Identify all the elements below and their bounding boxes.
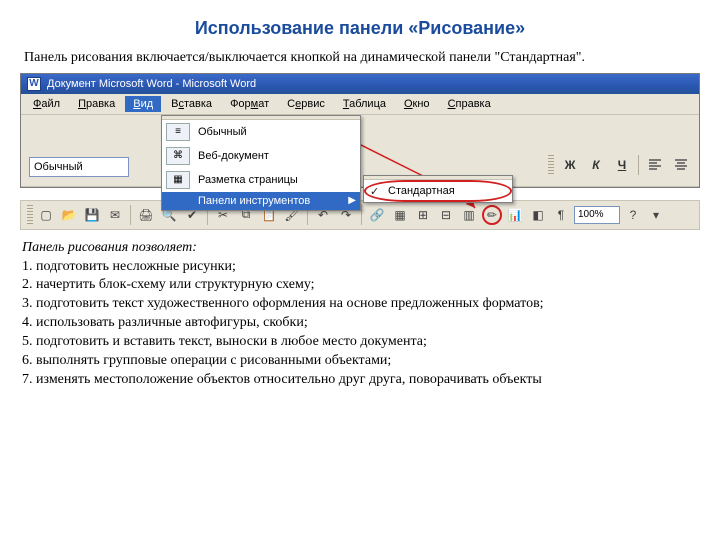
menubar: Файл Правка Вид Вставка Формат Сервис Та… [21, 94, 699, 115]
web-icon: ⌘ [166, 147, 190, 165]
list-item: 6. выполнять групповые операции с рисова… [22, 352, 700, 371]
more-buttons[interactable]: ▾ [646, 205, 666, 225]
capabilities-title: Панель рисования позволяет: [22, 240, 700, 256]
chart-button[interactable]: 📊 [505, 205, 525, 225]
toolbar-area: Обычный Ж К Ч ≡ Обычный [21, 115, 699, 187]
list-item: 4. использовать различные автофигуры, ск… [22, 314, 700, 333]
window-title: Документ Microsoft Word - Microsoft Word [47, 78, 256, 90]
word-icon: W [27, 77, 41, 91]
list-item: 2. начертить блок-схему или структурную … [22, 276, 700, 295]
print-button[interactable]: 🖨 [136, 205, 156, 225]
list-item: 5. подготовить и вставить текст, выноски… [22, 333, 700, 352]
bold-button[interactable]: Ж [560, 155, 580, 175]
separator-icon [130, 205, 131, 225]
grip-icon[interactable] [548, 155, 554, 175]
view-web[interactable]: ⌘ Веб-документ [162, 144, 360, 168]
save-button[interactable]: 💾 [82, 205, 102, 225]
menu-tools[interactable]: Сервис [279, 96, 333, 112]
word-window: W Документ Microsoft Word - Microsoft Wo… [20, 73, 700, 188]
separator-icon [638, 155, 639, 175]
view-normal[interactable]: ≡ Обычный [162, 120, 360, 144]
hyperlink-button[interactable]: 🔗 [367, 205, 387, 225]
underline-button[interactable]: Ч [612, 155, 632, 175]
help-button[interactable]: ? [623, 205, 643, 225]
menu-help[interactable]: Справка [440, 96, 499, 112]
align-left-button[interactable] [645, 155, 665, 175]
style-selector[interactable]: Обычный [29, 157, 129, 177]
chevron-right-icon: ▶ [348, 195, 356, 206]
normal-icon: ≡ [166, 123, 190, 141]
menu-edit[interactable]: Правка [70, 96, 123, 112]
italic-button[interactable]: К [586, 155, 606, 175]
separator-icon [361, 205, 362, 225]
columns-button[interactable]: ▥ [459, 205, 479, 225]
check-icon: ✓ [370, 185, 379, 198]
layout-icon: ▦ [166, 171, 190, 189]
menu-window[interactable]: Окно [396, 96, 438, 112]
insert-table-button[interactable]: ⊞ [413, 205, 433, 225]
format-bar: Ж К Ч [548, 155, 691, 175]
capabilities-list: 1. подготовить несложные рисунки; 2. нач… [22, 258, 700, 390]
tables-borders-button[interactable]: ▦ [390, 205, 410, 225]
mail-button[interactable]: ✉ [105, 205, 125, 225]
toolbar-standard[interactable]: ✓ Стандартная [364, 180, 512, 202]
menu-view[interactable]: Вид [125, 96, 161, 112]
page-heading: Использование панели «Рисование» [20, 18, 700, 39]
grip-icon[interactable] [27, 205, 33, 225]
menu-insert[interactable]: Вставка [163, 96, 220, 112]
doc-map-button[interactable]: ◧ [528, 205, 548, 225]
excel-button[interactable]: ⊟ [436, 205, 456, 225]
align-center-button[interactable] [671, 155, 691, 175]
list-item: 7. изменять местоположение объектов отно… [22, 371, 700, 390]
intro-text: Панель рисования включается/выключается … [24, 49, 700, 67]
view-layout[interactable]: ▦ Разметка страницы [162, 168, 360, 192]
new-button[interactable]: ▢ [36, 205, 56, 225]
list-item: 1. подготовить несложные рисунки; [22, 258, 700, 277]
list-item: 3. подготовить текст художественного офо… [22, 295, 700, 314]
zoom-selector[interactable]: 100% [574, 206, 620, 224]
drawing-button[interactable]: ✏ [482, 205, 502, 225]
view-toolbars[interactable]: Панели инструментов ▶ [162, 192, 360, 210]
view-menu-dropdown: ≡ Обычный ⌘ Веб-документ ▦ Разметка стра… [161, 115, 361, 211]
menu-file[interactable]: Файл [25, 96, 68, 112]
menu-format[interactable]: Формат [222, 96, 277, 112]
show-marks-button[interactable]: ¶ [551, 205, 571, 225]
open-button[interactable]: 📂 [59, 205, 79, 225]
menu-table[interactable]: Таблица [335, 96, 394, 112]
toolbars-submenu: ✓ Стандартная [363, 175, 513, 203]
titlebar: W Документ Microsoft Word - Microsoft Wo… [21, 74, 699, 94]
